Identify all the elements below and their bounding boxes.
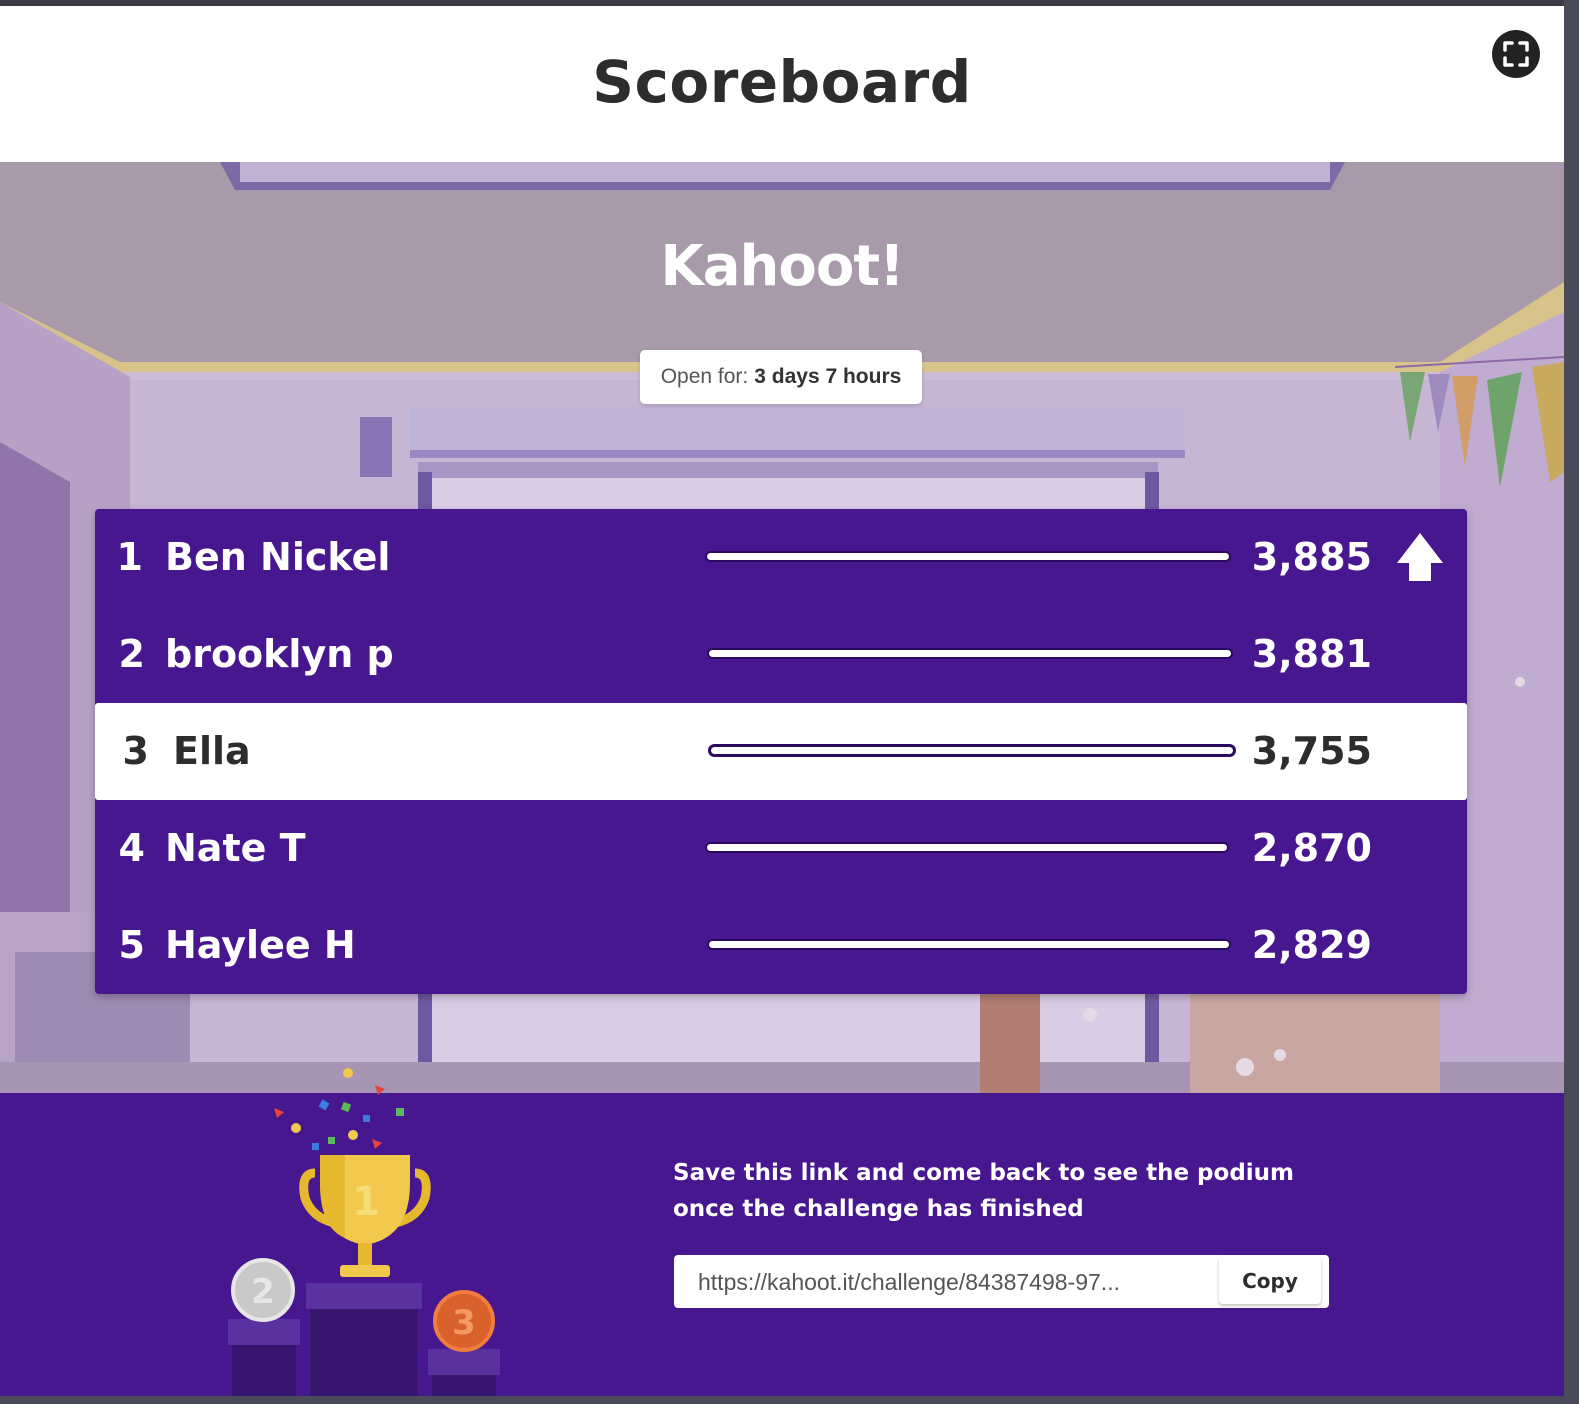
rank-number: 4 [118, 826, 145, 870]
rank-number: 2 [118, 632, 145, 676]
score-bar [709, 650, 1231, 657]
leaderboard-row: 5 Haylee H 2,829 [95, 897, 1467, 994]
bronze-medal-rank: 3 [452, 1303, 476, 1343]
player-name: Haylee H [165, 923, 356, 967]
challenge-link-field[interactable]: https://kahoot.it/challenge/84387498-97.… [674, 1255, 1329, 1308]
rank-up-arrow-icon [1397, 533, 1443, 581]
player-score: 2,870 [1251, 826, 1372, 870]
fullscreen-button[interactable] [1492, 30, 1540, 78]
leaderboard-row: 2 brooklyn p 3,881 [95, 606, 1467, 703]
player-name: Ella [173, 729, 251, 773]
player-score: 3,881 [1251, 632, 1372, 676]
classroom-background: Kahoot! Open for: 3 days 7 hours 1 Ben N… [0, 162, 1564, 1093]
score-bar [707, 553, 1229, 560]
header: Scoreboard [0, 6, 1564, 162]
score-bar [711, 747, 1233, 754]
player-name: Nate T [165, 826, 306, 870]
podium-info-line-2: once the challenge has finished [673, 1196, 1084, 1222]
open-for-value: 3 days 7 hours [754, 365, 902, 388]
copy-link-button[interactable]: Copy [1219, 1257, 1321, 1304]
rank-number: 1 [116, 535, 143, 579]
leaderboard-row-current-player: 3 Ella 3,755 [95, 703, 1467, 800]
footer-panel: 1 2 3 Save this link and come back to se… [0, 1068, 1564, 1402]
rank-number: 3 [122, 729, 149, 773]
silver-medal-rank: 2 [251, 1272, 275, 1312]
podium-info-line-1: Save this link and come back to see the … [673, 1160, 1294, 1186]
leaderboard-row: 1 Ben Nickel 3,885 [95, 509, 1467, 606]
player-score: 3,885 [1251, 535, 1372, 579]
leaderboard: 1 Ben Nickel 3,885 2 brooklyn p 3,881 3 … [95, 509, 1467, 994]
podium-trophy-illustration: 1 2 3 [228, 1068, 500, 1402]
podium-info-message: Save this link and come back to see the … [673, 1155, 1333, 1227]
app-window: Scoreboard Kahoot! Open for: 3 days 7 ho… [0, 0, 1564, 1402]
kahoot-logo: Kahoot! [660, 234, 904, 299]
leaderboard-row: 4 Nate T 2,870 [95, 800, 1467, 897]
trophy-rank: 1 [352, 1179, 380, 1225]
player-name: brooklyn p [165, 632, 394, 676]
player-score: 2,829 [1251, 923, 1372, 967]
window-edge-bottom [0, 1396, 1579, 1404]
score-bar [707, 844, 1227, 851]
window-edge-right [1564, 0, 1579, 1404]
challenge-link-text[interactable]: https://kahoot.it/challenge/84387498-97.… [698, 1269, 1208, 1296]
player-score: 3,755 [1251, 729, 1372, 773]
page-title: Scoreboard [592, 48, 972, 116]
open-for-badge: Open for: 3 days 7 hours [640, 350, 922, 404]
open-for-label: Open for: [660, 365, 749, 388]
fullscreen-icon [1503, 41, 1529, 67]
score-bar [709, 941, 1229, 948]
player-name: Ben Nickel [165, 535, 391, 579]
rank-number: 5 [118, 923, 145, 967]
